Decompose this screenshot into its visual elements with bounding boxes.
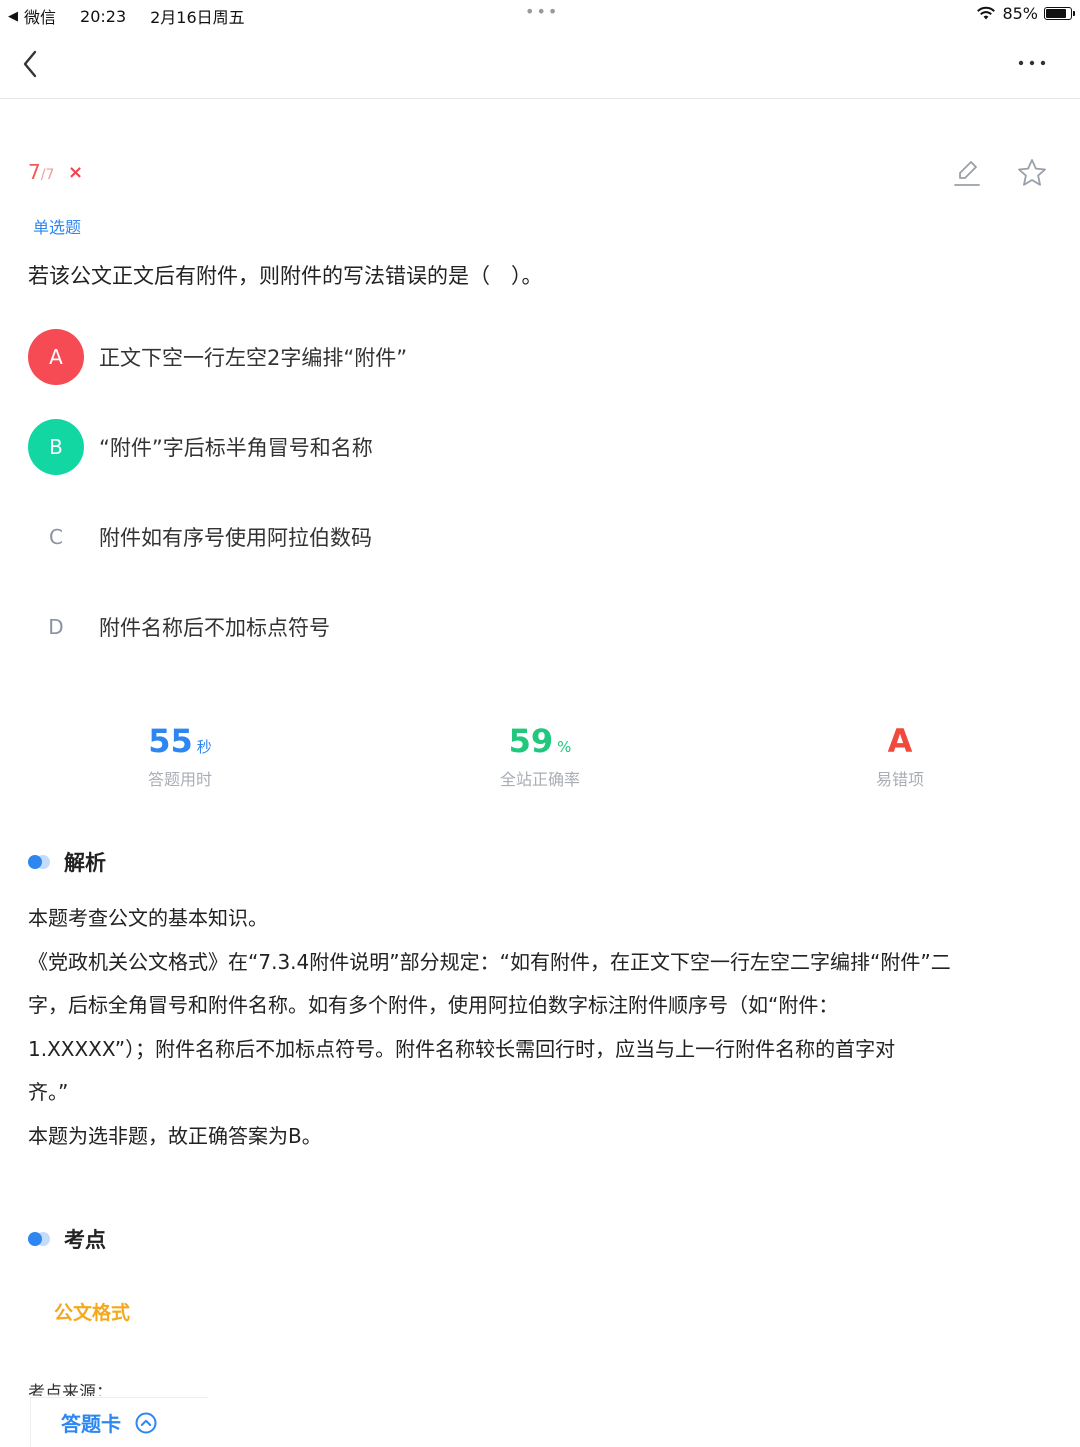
option-d[interactable]: D 附件名称后不加标点符号 bbox=[28, 598, 1028, 656]
battery-percent: 85% bbox=[1002, 4, 1038, 23]
status-right: 85% bbox=[976, 4, 1075, 23]
analysis-line: 字，后标全角冒号和附件名称。如有多个附件，使用阿拉伯数字标注附件顺序号（如“附件… bbox=[28, 993, 839, 1018]
progress-current: 7 bbox=[28, 160, 41, 184]
analysis-line: 《党政机关公文格式》在“7.3.4附件说明”部分规定：“如有附件，在正文下空一行… bbox=[28, 949, 951, 974]
keypoint-title: 考点 bbox=[64, 1228, 106, 1252]
analysis-line: 本题为选非题，故正确答案为B。 bbox=[28, 1123, 322, 1148]
edit-note-button[interactable] bbox=[952, 156, 982, 188]
nav-divider bbox=[0, 98, 1080, 99]
stat-time-value: 55 bbox=[148, 722, 193, 760]
option-b[interactable]: B “附件”字后标半角冒号和名称 bbox=[28, 418, 1028, 476]
battery-icon bbox=[1044, 7, 1075, 20]
option-letter-badge: D bbox=[48, 615, 64, 639]
option-letter-badge: A bbox=[28, 329, 84, 385]
status-bar: ◀ 微信 20:23 2月16日周五 ••• 85% bbox=[0, 0, 1080, 28]
analysis-line: 本题考查公文的基本知识。 bbox=[28, 906, 268, 930]
stat-time-unit: 秒 bbox=[196, 738, 212, 756]
analysis-body: 本题考查公文的基本知识。 《党政机关公文格式》在“7.3.4附件说明”部分规定：… bbox=[28, 897, 1043, 1159]
wrong-mark-icon: × bbox=[68, 162, 84, 183]
option-a[interactable]: A 正文下空一行左空2字编排“附件” bbox=[28, 328, 1028, 386]
option-c[interactable]: C 附件如有序号使用阿拉伯数码 bbox=[28, 508, 1028, 566]
more-button[interactable] bbox=[1012, 50, 1052, 76]
progress-total: 7 bbox=[45, 167, 55, 183]
stat-common-wrong-value-row: A bbox=[800, 722, 1000, 760]
status-left: ◀ 微信 20:23 2月16日周五 bbox=[8, 4, 245, 28]
question-stem: 若该公文正文后有附件，则附件的写法错误的是（ ）。 bbox=[28, 264, 543, 288]
analysis-line: 齐。” bbox=[28, 1080, 69, 1105]
stat-time: 55 秒 答题用时 bbox=[80, 722, 280, 790]
option-text: “附件”字后标半角冒号和名称 bbox=[99, 436, 373, 460]
section-bullet-icon bbox=[28, 1232, 52, 1246]
analysis-heading: 解析 bbox=[28, 847, 106, 877]
option-letter-badge: C bbox=[49, 525, 63, 549]
option-text: 附件如有序号使用阿拉伯数码 bbox=[99, 526, 372, 550]
stat-time-value-row: 55 秒 bbox=[80, 722, 280, 760]
stat-time-label: 答题用时 bbox=[147, 770, 212, 789]
option-letter-badge: B bbox=[28, 419, 84, 475]
chevron-left-icon bbox=[23, 50, 37, 78]
question-type: 单选题 bbox=[33, 218, 82, 237]
back-to-app-icon[interactable]: ◀ bbox=[8, 9, 18, 24]
answer-card-button[interactable]: 答题卡 bbox=[30, 1397, 208, 1447]
more-horizontal-icon bbox=[1018, 60, 1046, 66]
stat-accuracy-value-row: 59% bbox=[440, 722, 640, 760]
option-text: 正文下空一行左空2字编排“附件” bbox=[99, 346, 408, 370]
stat-common-wrong-label: 易错项 bbox=[875, 770, 924, 789]
back-app-label[interactable]: 微信 bbox=[24, 4, 56, 28]
stat-common-wrong-value: A bbox=[887, 722, 913, 760]
star-icon bbox=[1018, 159, 1046, 186]
analysis-line: 1.XXXXX”）；附件名称后不加标点符号。附件名称较长需回行时，应当与上一行附… bbox=[28, 1036, 896, 1061]
option-text: 附件名称后不加标点符号 bbox=[99, 616, 330, 640]
section-bullet-icon bbox=[28, 855, 52, 869]
question-progress: 7 / 7 bbox=[28, 160, 54, 184]
stat-common-wrong: A 易错项 bbox=[800, 722, 1000, 790]
favorite-button[interactable] bbox=[1015, 156, 1049, 190]
keypoint-tag[interactable]: 公文格式 bbox=[54, 1298, 130, 1325]
wifi-icon bbox=[977, 6, 996, 20]
stat-accuracy-label: 全站正确率 bbox=[499, 770, 580, 789]
pencil-icon bbox=[954, 161, 980, 186]
stat-accuracy-value: 59 bbox=[508, 722, 554, 760]
multitask-dots[interactable]: ••• bbox=[525, 2, 559, 21]
analysis-title: 解析 bbox=[64, 851, 106, 875]
stat-accuracy-unit: % bbox=[557, 738, 572, 756]
status-date: 2月16日周五 bbox=[150, 8, 245, 27]
answer-card-label: 答题卡 bbox=[61, 1412, 121, 1436]
keypoint-heading: 考点 bbox=[28, 1224, 106, 1254]
status-time: 20:23 bbox=[80, 6, 127, 26]
stat-accuracy: 59% 全站正确率 bbox=[440, 722, 640, 790]
keypoint-source-label: 考点来源： bbox=[28, 1383, 113, 1396]
chevron-up-circle-icon bbox=[135, 1412, 157, 1433]
back-button[interactable] bbox=[16, 46, 46, 82]
